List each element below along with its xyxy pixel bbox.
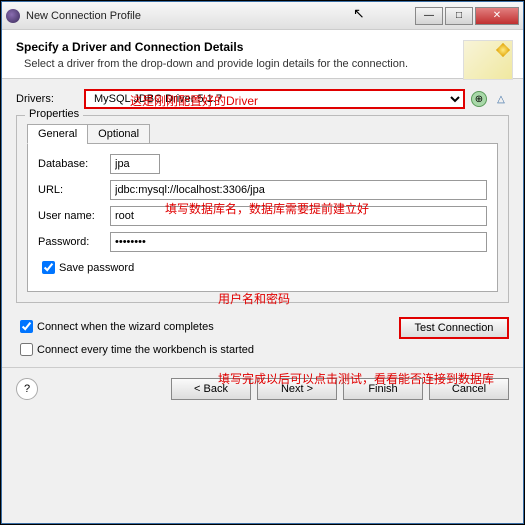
save-password-checkbox[interactable] <box>42 261 55 274</box>
properties-legend: Properties <box>25 108 83 120</box>
database-input[interactable] <box>110 154 160 174</box>
password-input[interactable] <box>110 232 487 252</box>
database-label: Database: <box>38 158 110 170</box>
close-button[interactable]: ✕ <box>475 7 519 25</box>
minimize-button[interactable]: — <box>415 7 443 25</box>
connect-every-start-label: Connect every time the workbench is star… <box>37 344 254 356</box>
driver-warning-icon[interactable]: △ <box>493 91 509 107</box>
back-button[interactable]: < Back <box>171 378 251 400</box>
drivers-select[interactable]: MySQL JDBC Driver 5.1.7 <box>84 89 465 109</box>
connect-every-start-checkbox[interactable] <box>20 343 33 356</box>
connect-when-complete-label: Connect when the wizard completes <box>37 321 214 333</box>
add-driver-icon[interactable]: ⊕ <box>471 91 487 107</box>
header-heading: Specify a Driver and Connection Details <box>16 40 509 54</box>
dialog-window: New Connection Profile — □ ✕ Specify a D… <box>1 1 524 524</box>
username-label: User name: <box>38 210 110 222</box>
tab-optional[interactable]: Optional <box>87 124 150 144</box>
test-connection-button[interactable]: Test Connection <box>399 317 509 339</box>
password-label: Password: <box>38 236 110 248</box>
properties-group: Properties General Optional Database: UR… <box>16 115 509 303</box>
header: Specify a Driver and Connection Details … <box>2 30 523 79</box>
username-input[interactable] <box>110 206 487 226</box>
maximize-button[interactable]: □ <box>445 7 473 25</box>
connect-when-complete-checkbox[interactable] <box>20 320 33 333</box>
save-password-label: Save password <box>59 262 134 274</box>
header-desc: Select a driver from the drop-down and p… <box>24 58 439 70</box>
url-input[interactable] <box>110 180 487 200</box>
next-button[interactable]: Next > <box>257 378 337 400</box>
titlebar[interactable]: New Connection Profile — □ ✕ <box>2 2 523 30</box>
tab-general[interactable]: General <box>27 124 88 144</box>
button-bar: ? < Back Next > Finish Cancel <box>2 367 523 410</box>
url-label: URL: <box>38 184 110 196</box>
help-button[interactable]: ? <box>16 378 38 400</box>
wizard-banner-icon <box>463 40 513 80</box>
cancel-button[interactable]: Cancel <box>429 378 509 400</box>
drivers-label: Drivers: <box>16 93 84 105</box>
mouse-cursor-icon: ↖ <box>353 5 365 22</box>
finish-button[interactable]: Finish <box>343 378 423 400</box>
eclipse-icon <box>6 9 20 23</box>
